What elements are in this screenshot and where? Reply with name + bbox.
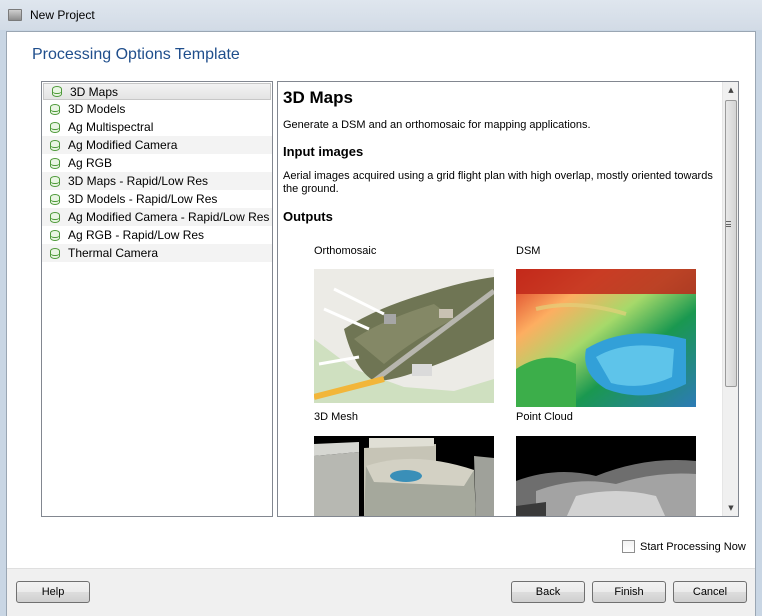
dialog-footer: Help Back Finish Cancel xyxy=(7,568,755,616)
template-item-label: 3D Maps xyxy=(70,84,119,99)
template-item-label: Ag Modified Camera - Rapid/Low Res xyxy=(68,210,270,224)
template-item[interactable]: 3D Maps xyxy=(43,83,271,100)
dialog-body: Processing Options Template 3D Maps 3D M… xyxy=(6,31,756,616)
template-item-label: Ag RGB - Rapid/Low Res xyxy=(68,228,205,242)
window-title: New Project xyxy=(30,8,95,22)
database-icon xyxy=(50,121,60,133)
page-title: Processing Options Template xyxy=(32,46,240,63)
template-item[interactable]: Ag Multispectral xyxy=(42,118,272,136)
scroll-down-arrow-icon[interactable]: ▼ xyxy=(723,500,738,516)
app-icon xyxy=(8,9,22,21)
title-bar: New Project xyxy=(0,0,762,30)
input-images-heading: Input images xyxy=(283,144,364,159)
template-item[interactable]: Ag RGB - Rapid/Low Res xyxy=(42,226,272,244)
start-processing-label: Start Processing Now xyxy=(640,540,746,553)
template-item-label: Ag Modified Camera xyxy=(68,138,178,152)
help-button[interactable]: Help xyxy=(16,581,90,603)
3d-mesh-preview-image xyxy=(314,436,494,516)
scrollbar-thumb[interactable] xyxy=(725,100,737,387)
database-icon xyxy=(52,86,62,97)
start-processing-option[interactable]: Start Processing Now xyxy=(622,540,746,553)
template-list[interactable]: 3D Maps 3D Models Ag Multispectral Ag Mo… xyxy=(41,81,273,517)
template-item-label: Thermal Camera xyxy=(68,246,159,260)
detail-description: Generate a DSM and an orthomosaic for ma… xyxy=(283,119,591,131)
database-icon xyxy=(50,193,60,205)
outputs-heading: Outputs xyxy=(283,209,333,224)
detail-content: 3D Maps Generate a DSM and an orthomosai… xyxy=(283,82,721,224)
template-item-label: Ag RGB xyxy=(68,156,113,170)
database-icon xyxy=(50,103,60,115)
template-item[interactable]: 3D Models xyxy=(42,100,272,118)
template-item[interactable]: Ag Modified Camera xyxy=(42,136,272,154)
template-item-label: 3D Maps - Rapid/Low Res xyxy=(68,174,209,188)
input-images-text: Aerial images acquired using a grid flig… xyxy=(283,170,713,195)
template-item[interactable]: Ag Modified Camera - Rapid/Low Res xyxy=(42,208,272,226)
database-icon xyxy=(50,175,60,187)
point-cloud-preview-image xyxy=(516,436,696,516)
output-label-orthomosaic: Orthomosaic xyxy=(314,245,377,257)
database-icon xyxy=(50,247,60,259)
template-item-label: Ag Multispectral xyxy=(68,120,154,134)
cancel-button[interactable]: Cancel xyxy=(673,581,747,603)
database-icon xyxy=(50,211,60,223)
detail-scrollbar[interactable]: ▲ ▼ xyxy=(722,82,738,516)
database-icon xyxy=(50,157,60,169)
scroll-grip-icon xyxy=(726,221,731,227)
database-icon xyxy=(50,229,60,241)
template-item[interactable]: 3D Models - Rapid/Low Res xyxy=(42,190,272,208)
orthomosaic-preview-image xyxy=(314,269,494,403)
template-item-label: 3D Models - Rapid/Low Res xyxy=(68,192,218,206)
template-detail-panel[interactable]: 3D Maps Generate a DSM and an orthomosai… xyxy=(277,81,739,517)
scroll-up-arrow-icon[interactable]: ▲ xyxy=(723,82,738,98)
back-button[interactable]: Back xyxy=(511,581,585,603)
output-label-dsm: DSM xyxy=(516,245,541,257)
output-label-3d-mesh: 3D Mesh xyxy=(314,411,359,423)
dsm-preview-image xyxy=(516,269,696,407)
finish-button[interactable]: Finish xyxy=(592,581,666,603)
template-item-label: 3D Models xyxy=(68,102,126,116)
database-icon xyxy=(50,139,60,151)
start-processing-checkbox[interactable] xyxy=(622,540,635,553)
template-item[interactable]: 3D Maps - Rapid/Low Res xyxy=(42,172,272,190)
output-label-point-cloud: Point Cloud xyxy=(516,411,573,423)
template-item[interactable]: Thermal Camera xyxy=(42,244,272,262)
template-item[interactable]: Ag RGB xyxy=(42,154,272,172)
detail-title: 3D Maps xyxy=(283,88,353,107)
